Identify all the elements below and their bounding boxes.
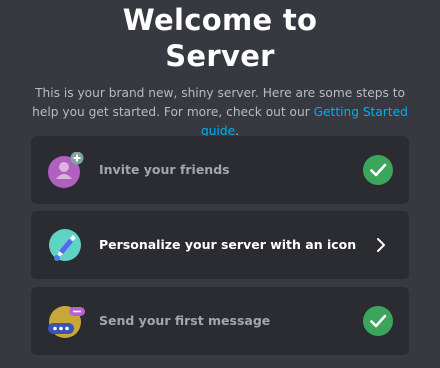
- page-title: Welcome to Server: [0, 2, 440, 74]
- check-icon: [363, 306, 393, 336]
- subtitle: This is your brand new, shiny server. He…: [30, 84, 410, 141]
- step-label: Invite your friends: [99, 162, 230, 177]
- step-invite-friends[interactable]: Invite your friends: [31, 136, 409, 204]
- step-personalize-server[interactable]: Personalize your server with an icon: [31, 211, 409, 279]
- personalize-icon: [47, 227, 83, 263]
- message-icon: [47, 303, 85, 339]
- chevron-right-icon: [373, 237, 389, 253]
- title-line-2: Server: [165, 39, 275, 73]
- step-label: Personalize your server with an icon: [99, 237, 357, 252]
- title-line-1: Welcome to: [122, 3, 318, 37]
- step-label: Send your first message: [99, 313, 271, 328]
- check-icon: [363, 155, 393, 185]
- invite-friends-icon: [47, 151, 84, 188]
- step-send-message[interactable]: Send your first message: [31, 287, 409, 355]
